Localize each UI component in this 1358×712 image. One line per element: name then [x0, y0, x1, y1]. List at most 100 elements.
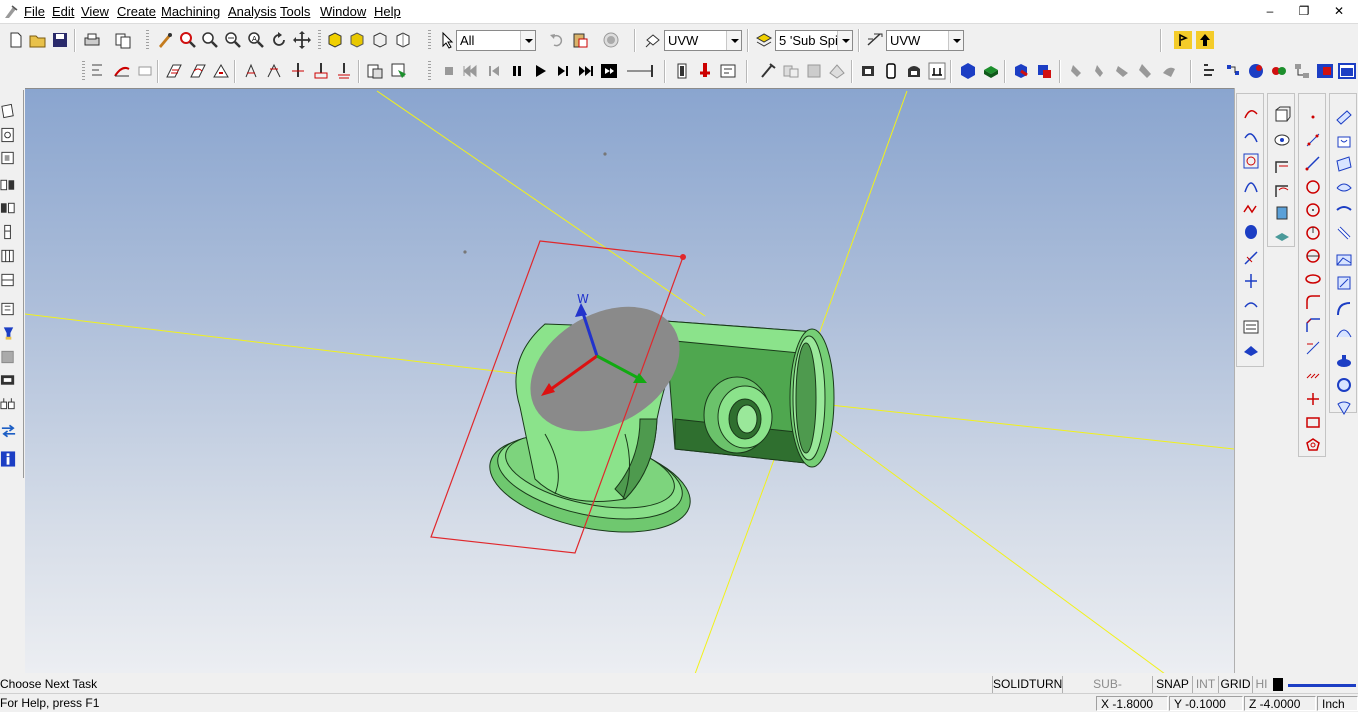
- toolbar-grip[interactable]: [146, 30, 149, 51]
- lathe-icon[interactable]: [927, 61, 947, 81]
- toolbar-grip[interactable]: [318, 30, 321, 51]
- menu-analysis[interactable]: Analysis: [228, 4, 276, 20]
- side-tool-2-icon[interactable]: [0, 126, 17, 144]
- sim-options-icon[interactable]: [718, 61, 738, 81]
- bore-icon[interactable]: [311, 61, 331, 81]
- attributes-icon[interactable]: [1223, 61, 1243, 81]
- menu-help[interactable]: Help: [374, 4, 401, 20]
- layers-icon[interactable]: [1269, 61, 1289, 81]
- points-icon[interactable]: [1304, 131, 1322, 149]
- pan-icon[interactable]: [292, 30, 312, 50]
- color-icon[interactable]: [1246, 61, 1266, 81]
- sim-speed-slider-icon[interactable]: [625, 61, 657, 81]
- finish-icon[interactable]: [188, 61, 208, 81]
- surface-4-icon[interactable]: [1335, 178, 1353, 196]
- point-icon[interactable]: [1304, 108, 1322, 126]
- cross-icon[interactable]: [1304, 390, 1322, 408]
- surface-7-icon[interactable]: [1335, 251, 1353, 269]
- turn-profile-icon[interactable]: [112, 61, 132, 81]
- shaded-icon[interactable]: [325, 30, 345, 50]
- solid-green-icon[interactable]: [981, 61, 1001, 81]
- ellipse-icon[interactable]: [1304, 270, 1322, 288]
- part-only-icon[interactable]: [881, 61, 901, 81]
- filter-select[interactable]: All: [456, 30, 536, 51]
- side-tool-12-icon[interactable]: [0, 371, 17, 389]
- flag-hi[interactable]: HI: [1252, 676, 1270, 693]
- curve-7-icon[interactable]: [1242, 249, 1260, 267]
- flag-int[interactable]: INT: [1192, 676, 1218, 693]
- record-icon[interactable]: [601, 30, 621, 50]
- hole-icon[interactable]: [264, 61, 284, 81]
- workgroup-select[interactable]: 5 'Sub Spir: [775, 30, 853, 51]
- surface-3-icon[interactable]: [1335, 155, 1353, 173]
- menu-create[interactable]: Create: [117, 4, 156, 20]
- toolbar-grip[interactable]: [82, 61, 85, 82]
- side-tool-5-icon[interactable]: [0, 199, 17, 217]
- side-tool-10-icon[interactable]: [0, 324, 17, 342]
- curve-5-icon[interactable]: [1242, 200, 1260, 218]
- section-icon[interactable]: [904, 61, 924, 81]
- surface-13-icon[interactable]: [1335, 398, 1353, 416]
- flag-sub-elements[interactable]: SUB-ELEMENTS: [1062, 676, 1152, 708]
- surface-2-icon[interactable]: [1335, 132, 1353, 150]
- solid-1-icon[interactable]: [1273, 106, 1291, 124]
- zoom-all-icon[interactable]: A: [246, 30, 266, 50]
- collision-icon[interactable]: [858, 61, 878, 81]
- properties-icon[interactable]: [1315, 61, 1335, 81]
- network-icon[interactable]: [1292, 61, 1312, 81]
- gray-tool-1-icon[interactable]: [1067, 61, 1087, 81]
- rewind-icon[interactable]: [460, 61, 480, 81]
- highlight-up-icon[interactable]: [1173, 30, 1193, 50]
- curve-8-icon[interactable]: [1242, 272, 1260, 290]
- side-tool-13-icon[interactable]: [0, 394, 17, 412]
- process-manager-icon[interactable]: [389, 61, 409, 81]
- polygon-icon[interactable]: [1304, 436, 1322, 454]
- circle-3-icon[interactable]: [1304, 224, 1322, 242]
- curve-2-icon[interactable]: [1242, 128, 1260, 146]
- body-icon[interactable]: [1011, 61, 1031, 81]
- rough-icon[interactable]: [164, 61, 184, 81]
- menu-file[interactable]: File: [24, 4, 45, 20]
- rotate-icon[interactable]: [269, 30, 289, 50]
- side-tool-1-icon[interactable]: [0, 102, 17, 120]
- menu-edit[interactable]: Edit: [52, 4, 74, 20]
- close-button[interactable]: ✕: [1323, 2, 1355, 22]
- arrow-up-icon[interactable]: [1195, 30, 1215, 50]
- coordinate-system-icon[interactable]: [643, 30, 663, 50]
- feature-list-icon[interactable]: [88, 61, 108, 81]
- gray-tool-4-icon[interactable]: [1136, 61, 1156, 81]
- side-tool-4-icon[interactable]: [0, 176, 17, 194]
- toolbar-grip[interactable]: [428, 30, 431, 51]
- step-forward-icon[interactable]: [553, 61, 573, 81]
- split-icon[interactable]: [1304, 339, 1322, 357]
- app-icon[interactable]: [3, 4, 19, 20]
- body-select-icon[interactable]: [1034, 61, 1054, 81]
- curve-6-icon[interactable]: [1242, 223, 1260, 241]
- color-swatch[interactable]: [1273, 678, 1283, 691]
- save-icon[interactable]: [50, 30, 70, 50]
- hidden-line-icon[interactable]: [393, 30, 413, 50]
- drill-icon[interactable]: [288, 61, 308, 81]
- surface-10-icon[interactable]: [1335, 323, 1353, 341]
- copy-process-icon[interactable]: [365, 61, 385, 81]
- curve-4-icon[interactable]: [1242, 176, 1260, 194]
- menu-window[interactable]: Window: [320, 4, 366, 20]
- curve-10-icon[interactable]: [1242, 318, 1260, 336]
- solid-3-icon[interactable]: [1273, 157, 1291, 175]
- surface-12-icon[interactable]: [1335, 375, 1353, 393]
- side-tool-8-icon[interactable]: [0, 271, 17, 289]
- tool-holder-icon[interactable]: [695, 61, 715, 81]
- copy-icon[interactable]: [113, 30, 133, 50]
- minimize-button[interactable]: –: [1254, 2, 1286, 22]
- new-file-icon[interactable]: [6, 30, 26, 50]
- side-tool-3-icon[interactable]: [0, 149, 17, 167]
- gray-tool-5-icon[interactable]: [1159, 61, 1179, 81]
- flag-snap[interactable]: SNAP: [1152, 676, 1192, 693]
- side-swap-icon[interactable]: [0, 422, 17, 440]
- fast-forward-icon[interactable]: [576, 61, 596, 81]
- save-stock-icon[interactable]: [804, 61, 824, 81]
- workgroup-icon[interactable]: [754, 30, 774, 50]
- flag-grid[interactable]: GRID: [1218, 676, 1252, 693]
- circle-4-icon[interactable]: [1304, 247, 1322, 265]
- gray-tool-3-icon[interactable]: [1113, 61, 1133, 81]
